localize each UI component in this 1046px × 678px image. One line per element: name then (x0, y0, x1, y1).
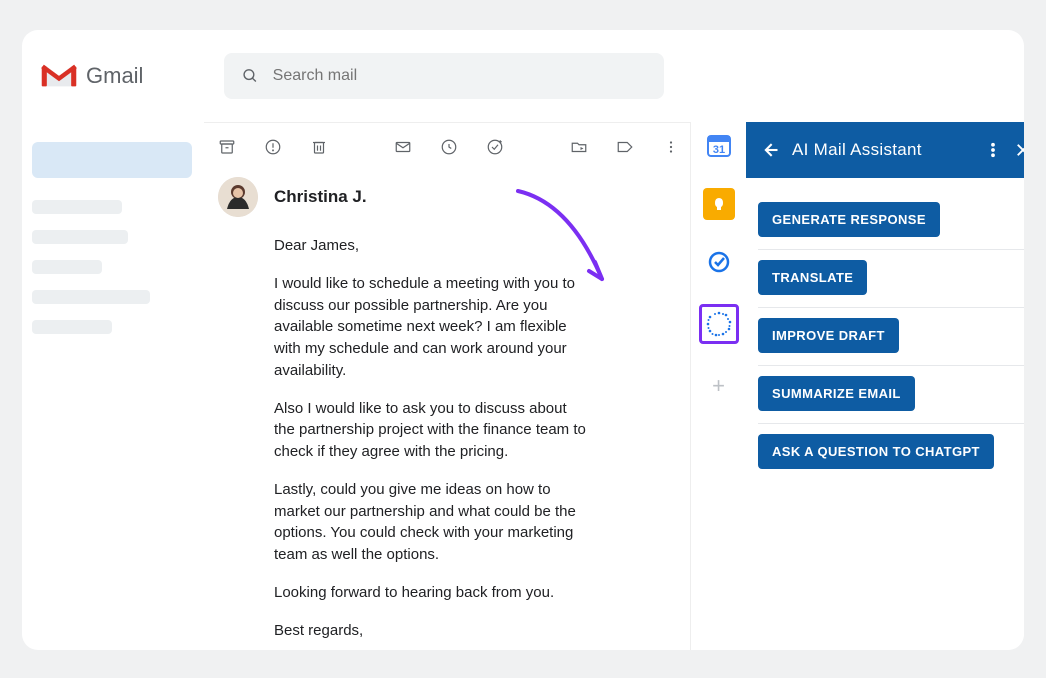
sidebar-item[interactable] (32, 200, 122, 214)
ai-assistant-panel: AI Mail Assistant GENERATE RESPONSE TRAN… (746, 122, 1024, 650)
spam-icon[interactable] (264, 138, 282, 156)
search-input[interactable] (273, 67, 646, 85)
side-addons: 31 (690, 122, 746, 650)
email-greeting: Dear James, (274, 235, 588, 257)
svg-text:31: 31 (712, 144, 724, 156)
sidebar-item[interactable] (32, 230, 128, 244)
search-bar[interactable] (224, 53, 664, 99)
sender-name: Christina J. (274, 187, 367, 207)
header: Gmail (22, 30, 1024, 122)
sender-row: Christina J. (218, 177, 666, 217)
gmail-logo[interactable]: Gmail (40, 62, 210, 90)
email-body: Dear James, I would like to schedule a m… (218, 235, 608, 650)
ai-panel-body: GENERATE RESPONSE TRANSLATE IMPROVE DRAF… (746, 178, 1024, 495)
content-area: Christina J. Dear James, I would like to… (204, 122, 1024, 650)
gmail-window: Gmail (22, 30, 1024, 650)
menu-icon[interactable] (984, 141, 1002, 159)
back-arrow-icon[interactable] (760, 140, 780, 160)
improve-draft-button[interactable]: IMPROVE DRAFT (758, 318, 899, 353)
delete-icon[interactable] (310, 138, 328, 156)
archive-icon[interactable] (218, 138, 236, 156)
mark-unread-icon[interactable] (394, 138, 412, 156)
avatar[interactable] (218, 177, 258, 217)
email-thread: Christina J. Dear James, I would like to… (204, 122, 690, 650)
ai-panel-title: AI Mail Assistant (792, 140, 972, 160)
email-paragraph: Lastly, could you give me ideas on how t… (274, 479, 588, 566)
label-icon[interactable] (616, 138, 634, 156)
translate-button[interactable]: TRANSLATE (758, 260, 867, 295)
sidebar (22, 122, 204, 650)
ai-panel-header: AI Mail Assistant (746, 122, 1024, 178)
sidebar-item[interactable] (32, 260, 102, 274)
avatar-icon (218, 177, 258, 217)
keep-addon-icon[interactable] (703, 188, 735, 220)
email-message: Christina J. Dear James, I would like to… (204, 171, 680, 650)
generate-response-button[interactable]: GENERATE RESPONSE (758, 202, 940, 237)
add-task-icon[interactable] (486, 138, 504, 156)
sidebar-item[interactable] (32, 320, 112, 334)
email-toolbar (204, 123, 680, 171)
calendar-addon-icon[interactable]: 31 (703, 130, 735, 162)
summarize-email-button[interactable]: SUMMARIZE EMAIL (758, 376, 915, 411)
gmail-m-icon (40, 62, 78, 90)
search-icon (242, 67, 259, 85)
snooze-icon[interactable] (440, 138, 458, 156)
email-paragraph: I would like to schedule a meeting with … (274, 273, 588, 382)
move-icon[interactable] (570, 138, 588, 156)
email-closing: Looking forward to hearing back from you… (274, 582, 588, 604)
main-layout: Christina J. Dear James, I would like to… (22, 122, 1024, 650)
more-icon[interactable] (662, 138, 680, 156)
compose-button[interactable] (32, 142, 192, 178)
get-addons-icon[interactable]: + (703, 370, 735, 402)
tasks-addon-icon[interactable] (703, 246, 735, 278)
sidebar-item[interactable] (32, 290, 150, 304)
ai-assistant-addon-icon[interactable] (699, 304, 739, 344)
ask-chatgpt-button[interactable]: ASK A QUESTION TO CHATGPT (758, 434, 994, 469)
email-closing: Best regards, (274, 620, 588, 642)
gmail-text: Gmail (86, 63, 143, 89)
email-paragraph: Also I would like to ask you to discuss … (274, 398, 588, 463)
close-icon[interactable] (1014, 141, 1024, 159)
